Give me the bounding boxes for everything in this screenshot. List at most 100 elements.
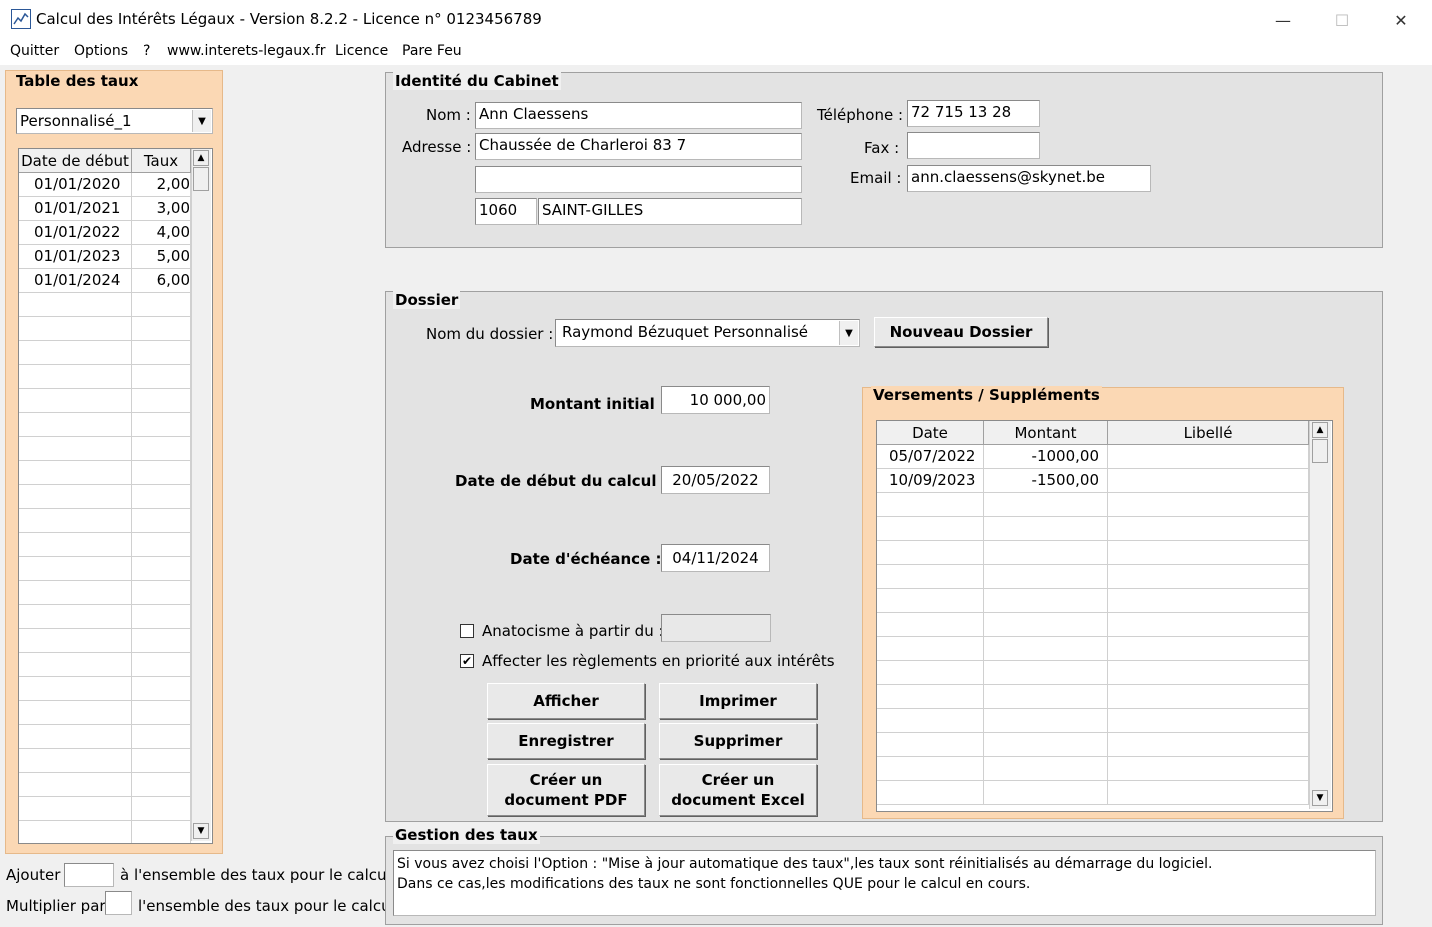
taux-cell-date[interactable] [19, 485, 132, 509]
vers-cell-libelle[interactable] [1108, 781, 1309, 805]
menu-options[interactable]: Options [74, 43, 128, 59]
vers-cell-libelle[interactable] [1108, 613, 1309, 637]
vers-cell-montant[interactable] [984, 757, 1108, 781]
vers-cell-libelle[interactable] [1108, 661, 1309, 685]
taux-cell-date[interactable] [19, 413, 132, 437]
arrow-down-icon[interactable]: ▼ [1312, 790, 1328, 806]
vers-cell-libelle[interactable] [1108, 757, 1309, 781]
taux-cell-date[interactable] [19, 773, 132, 797]
chevron-down-icon[interactable]: ▼ [192, 110, 211, 132]
fax-input[interactable] [907, 132, 1040, 159]
creer-pdf-button[interactable]: Créer un document PDF [487, 764, 645, 816]
taux-cell-taux[interactable]: 5,00 [132, 245, 191, 269]
imprimer-button[interactable]: Imprimer [659, 683, 817, 719]
vers-cell-date[interactable] [877, 589, 984, 613]
enregistrer-button[interactable]: Enregistrer [487, 723, 645, 759]
vers-cell-libelle[interactable] [1108, 493, 1309, 517]
vers-cell-montant[interactable] [984, 493, 1108, 517]
menu-website[interactable]: www.interets-legaux.fr [167, 43, 326, 59]
vers-cell-date[interactable] [877, 661, 984, 685]
vers-cell-montant[interactable] [984, 709, 1108, 733]
vers-cell-date[interactable]: 05/07/2022 [877, 445, 984, 469]
taux-cell-taux[interactable] [132, 629, 191, 653]
vers-cell-montant[interactable] [984, 733, 1108, 757]
vers-cell-montant[interactable] [984, 517, 1108, 541]
taux-cell-taux[interactable] [132, 341, 191, 365]
vers-cell-montant[interactable] [984, 613, 1108, 637]
taux-cell-taux[interactable] [132, 749, 191, 773]
vers-cell-montant[interactable] [984, 589, 1108, 613]
taux-cell-date[interactable] [19, 365, 132, 389]
taux-cell-date[interactable] [19, 725, 132, 749]
scroll-thumb[interactable] [193, 167, 209, 191]
vers-cell-date[interactable] [877, 541, 984, 565]
taux-cell-date[interactable]: 01/01/2022 [19, 221, 132, 245]
taux-cell-date[interactable] [19, 677, 132, 701]
vers-cell-montant[interactable] [984, 541, 1108, 565]
taux-cell-taux[interactable]: 2,00 [132, 173, 191, 197]
ville-input[interactable]: SAINT-GILLES [538, 198, 802, 225]
taux-cell-date[interactable] [19, 797, 132, 821]
date-echeance-input[interactable]: 04/11/2024 [661, 544, 770, 572]
arrow-up-icon[interactable]: ▲ [193, 150, 209, 166]
vers-cell-libelle[interactable] [1108, 733, 1309, 757]
taux-cell-taux[interactable] [132, 797, 191, 821]
code-postal-input[interactable]: 1060 [475, 198, 537, 225]
chevron-down-icon[interactable]: ▼ [839, 321, 858, 345]
vers-cell-libelle[interactable] [1108, 685, 1309, 709]
anatocisme-checkbox[interactable] [460, 624, 474, 638]
taux-cell-taux[interactable] [132, 461, 191, 485]
col-header-date-debut[interactable]: Date de début [19, 149, 132, 173]
vers-cell-montant[interactable] [984, 685, 1108, 709]
taux-cell-date[interactable]: 01/01/2020 [19, 173, 132, 197]
taux-cell-taux[interactable]: 6,00 [132, 269, 191, 293]
taux-cell-date[interactable] [19, 629, 132, 653]
taux-cell-date[interactable] [19, 749, 132, 773]
taux-cell-taux[interactable] [132, 701, 191, 725]
vers-cell-libelle[interactable] [1108, 637, 1309, 661]
taux-cell-taux[interactable] [132, 365, 191, 389]
taux-cell-taux[interactable] [132, 485, 191, 509]
vers-cell-date[interactable] [877, 493, 984, 517]
adresse-line2-input[interactable] [475, 166, 802, 193]
taux-cell-date[interactable] [19, 437, 132, 461]
vers-cell-libelle[interactable] [1108, 589, 1309, 613]
supprimer-button[interactable]: Supprimer [659, 723, 817, 759]
anatocisme-input[interactable] [661, 614, 771, 642]
date-debut-input[interactable]: 20/05/2022 [661, 466, 770, 494]
taux-cell-date[interactable] [19, 341, 132, 365]
menu-licence[interactable]: Licence [335, 43, 388, 59]
vers-cell-date[interactable] [877, 565, 984, 589]
taux-cell-taux[interactable] [132, 413, 191, 437]
adresse-line1-input[interactable]: Chaussée de Charleroi 83 7 [475, 133, 802, 160]
scroll-thumb[interactable] [1312, 439, 1328, 463]
vers-cell-libelle[interactable] [1108, 541, 1309, 565]
email-input[interactable]: ann.claessens@skynet.be [907, 165, 1151, 192]
taux-cell-date[interactable] [19, 821, 132, 843]
versements-scrollbar[interactable]: ▲ ▼ [1309, 421, 1331, 809]
taux-cell-taux[interactable] [132, 437, 191, 461]
taux-cell-taux[interactable] [132, 677, 191, 701]
vers-cell-libelle[interactable] [1108, 445, 1309, 469]
taux-cell-date[interactable]: 01/01/2024 [19, 269, 132, 293]
vers-cell-date[interactable] [877, 733, 984, 757]
taux-cell-taux[interactable]: 4,00 [132, 221, 191, 245]
vers-cell-montant[interactable]: -1500,00 [984, 469, 1108, 493]
vers-cell-date[interactable] [877, 637, 984, 661]
taux-cell-date[interactable] [19, 605, 132, 629]
vers-cell-libelle[interactable] [1108, 565, 1309, 589]
taux-cell-date[interactable]: 01/01/2023 [19, 245, 132, 269]
arrow-down-icon[interactable]: ▼ [193, 823, 209, 839]
vers-cell-montant[interactable] [984, 637, 1108, 661]
afficher-button[interactable]: Afficher [487, 683, 645, 719]
menu-pare-feu[interactable]: Pare Feu [402, 43, 462, 59]
vers-cell-date[interactable]: 10/09/2023 [877, 469, 984, 493]
taux-grid[interactable]: Date de début Taux 01/01/2020 2,00 01/01/2… [18, 148, 213, 844]
col-header-taux[interactable]: Taux [132, 149, 191, 173]
nom-dossier-select[interactable]: Raymond Bézuquet Personnalisé ▼ [555, 319, 860, 347]
close-button[interactable]: ✕ [1372, 0, 1430, 40]
taux-cell-taux[interactable] [132, 509, 191, 533]
taux-cell-taux[interactable] [132, 533, 191, 557]
taux-cell-taux[interactable] [132, 725, 191, 749]
ajouter-input[interactable] [64, 863, 114, 887]
